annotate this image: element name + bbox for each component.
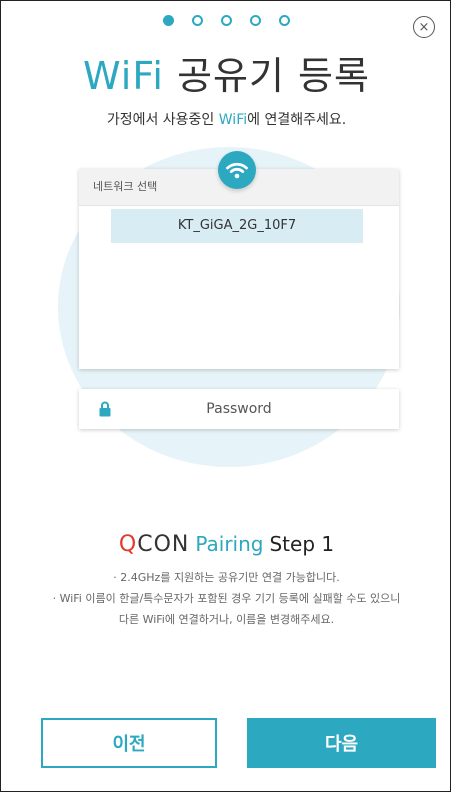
title-rest: 공유기 등록	[163, 54, 370, 98]
page-title: WiFi 공유기 등록	[1, 45, 450, 100]
subtitle-accent: WiFi	[218, 112, 248, 128]
step-dot-5	[279, 14, 290, 26]
password-input[interactable]	[79, 401, 399, 417]
subtitle-before: 가정에서 사용중인	[106, 112, 219, 128]
notice-line: · WiFi 이름이 한글/특수문자가 포함된 경우 기기 등록에 실패할 수도…	[52, 592, 401, 605]
close-icon[interactable]: ×	[413, 16, 435, 38]
network-item[interactable]: KT_GiGA_2G_10F7	[111, 209, 363, 243]
step-dot-1	[163, 14, 174, 26]
step-indicator	[1, 13, 450, 27]
logo-q: Q	[118, 531, 138, 557]
wifi-icon	[218, 151, 256, 189]
notice-line: · 2.4GHz를 지원하는 공유기만 연결 가능합니다.	[113, 571, 340, 584]
pairing-step-heading: QCON Pairing Step 1	[1, 529, 450, 559]
qcon-logo: QCON	[119, 532, 189, 557]
password-field	[79, 389, 399, 429]
page-subtitle: 가정에서 사용중인 WiFi에 연결해주세요.	[1, 109, 450, 129]
step-dot-3	[221, 14, 232, 26]
logo-con: CON	[137, 531, 190, 557]
pairing-dialog: × WiFi 공유기 등록 가정에서 사용중인 WiFi에 연결해주세요. 네트…	[0, 0, 451, 792]
network-list: 네트워크 선택 KT_GiGA_2G_10F7	[79, 169, 399, 369]
next-button[interactable]: 다음	[247, 718, 436, 768]
lock-icon	[99, 401, 111, 417]
step-dot-2	[192, 14, 203, 26]
pairing-label: Pairing	[195, 532, 264, 556]
step-label: Step 1	[269, 532, 335, 556]
subtitle-after: 에 연결해주세요.	[247, 112, 347, 128]
prev-button[interactable]: 이전	[41, 718, 217, 768]
step-dot-4	[250, 14, 261, 26]
title-accent: WiFi	[83, 54, 164, 98]
notice-text: · 2.4GHz를 지원하는 공유기만 연결 가능합니다. · WiFi 이름이…	[21, 567, 432, 630]
notice-line: 다른 WiFi에 연결하거나, 이름을 변경해주세요.	[118, 613, 335, 626]
